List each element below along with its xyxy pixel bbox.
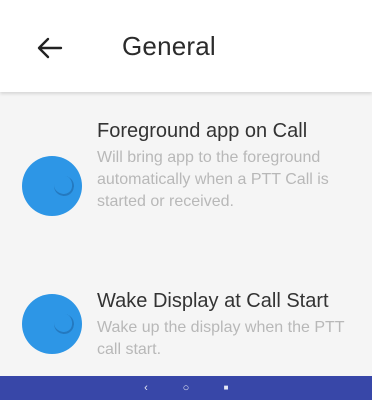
wake-display-toggle[interactable]	[22, 294, 82, 354]
nav-back-icon[interactable]: ‹	[139, 376, 153, 400]
setting-text: Wake Display at Call Start Wake up the d…	[97, 288, 367, 361]
setting-description: Will bring app to the foreground automat…	[97, 149, 329, 210]
system-nav-bar: ‹ ○ ■	[0, 376, 372, 400]
toggle-ripple-icon	[52, 174, 76, 198]
app-bar: General	[0, 0, 372, 92]
setting-title: Foreground app on Call	[97, 120, 308, 142]
setting-text: Foreground app on Call Will bring app to…	[97, 118, 367, 213]
page-title: General	[122, 31, 216, 61]
nav-recents-icon[interactable]: ■	[219, 376, 233, 400]
arrow-left-icon	[37, 37, 63, 59]
settings-screen: General Foreground app on Call Will brin…	[0, 0, 372, 400]
toggle-ripple-icon	[52, 312, 76, 336]
settings-list: Foreground app on Call Will bring app to…	[0, 92, 372, 376]
nav-home-icon[interactable]: ○	[179, 376, 193, 400]
setting-title: Wake Display at Call Start	[97, 290, 329, 312]
foreground-app-toggle[interactable]	[22, 156, 82, 216]
setting-description: Wake up the display when the PTT call st…	[97, 319, 345, 358]
back-button[interactable]	[30, 30, 70, 66]
